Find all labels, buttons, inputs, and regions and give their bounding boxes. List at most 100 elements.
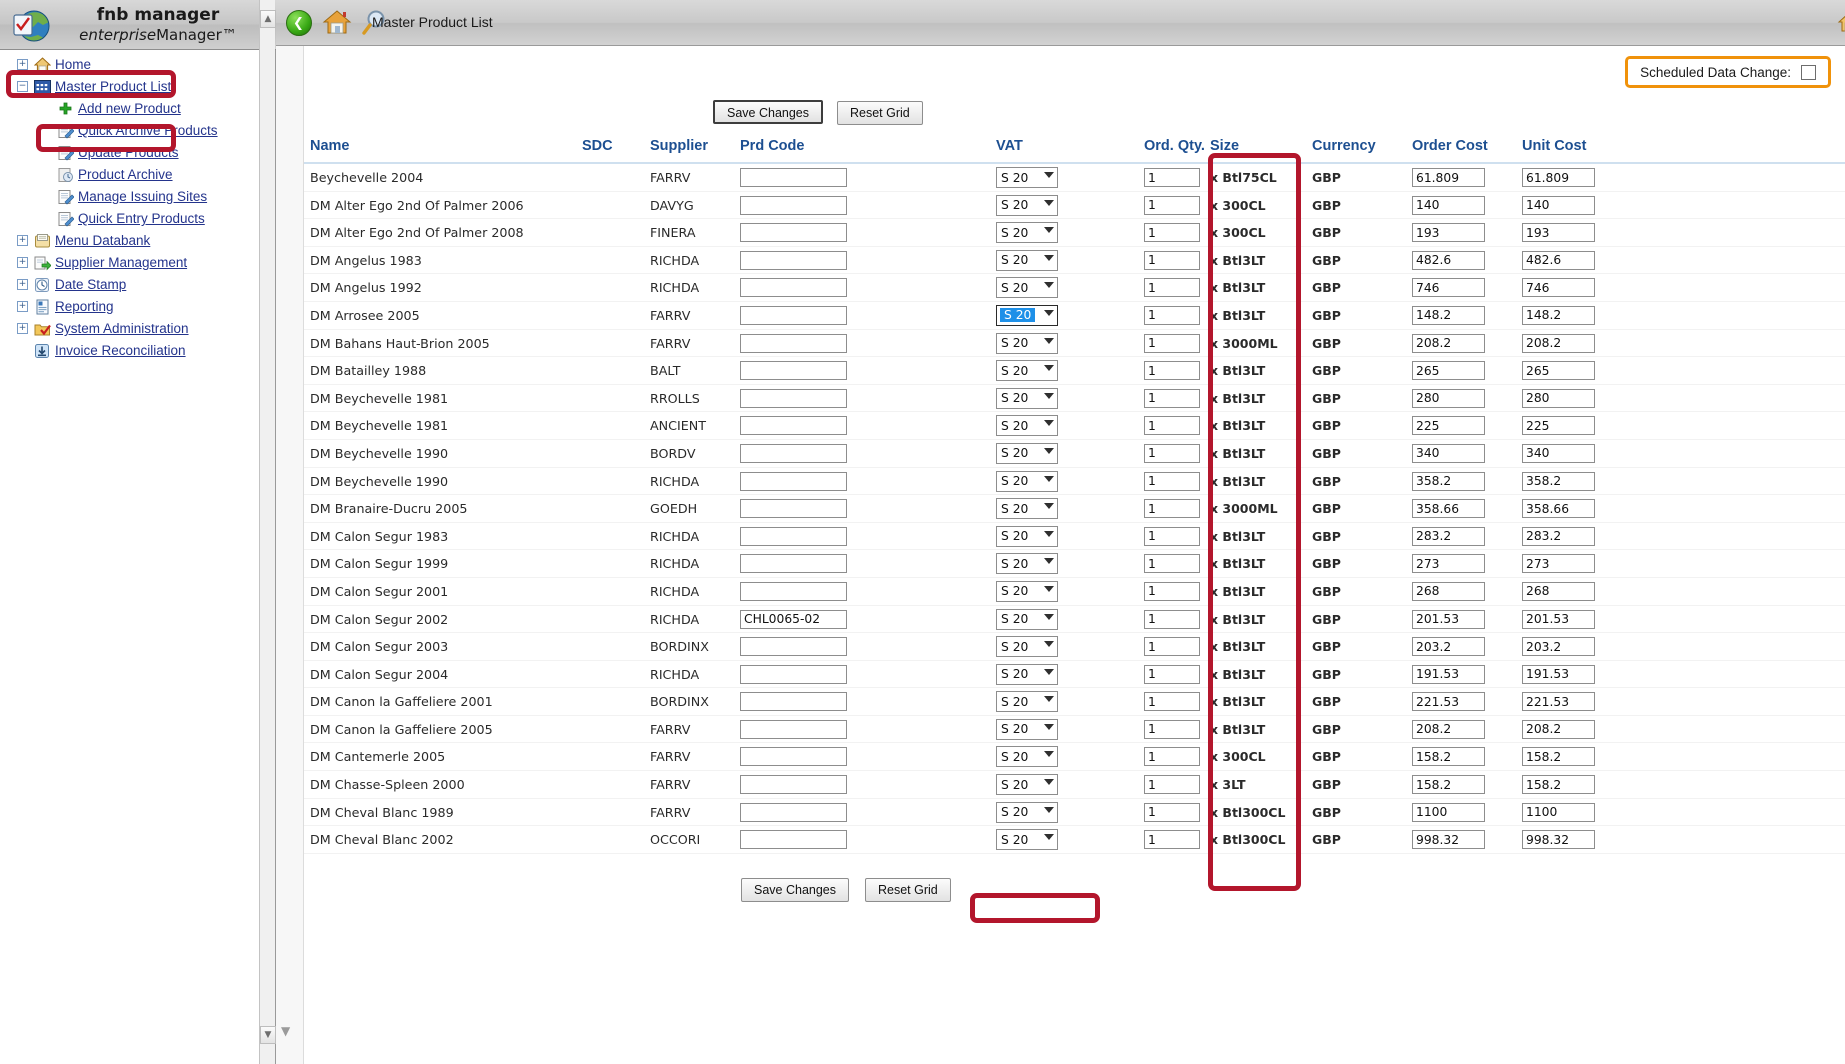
- tree-expander-icon[interactable]: +: [17, 257, 28, 268]
- unit-cost-input[interactable]: [1522, 719, 1595, 739]
- order-qty-input[interactable]: [1144, 471, 1200, 491]
- vat-select[interactable]: S 20: [996, 663, 1058, 685]
- order-qty-input[interactable]: [1144, 637, 1200, 657]
- prd-code-input[interactable]: [740, 747, 847, 767]
- order-qty-input[interactable]: [1144, 747, 1200, 767]
- order-cost-input[interactable]: [1412, 802, 1485, 822]
- switch-home-icon[interactable]: [1837, 10, 1845, 34]
- unit-cost-input[interactable]: [1522, 637, 1595, 657]
- vat-select[interactable]: S 20: [996, 304, 1058, 326]
- unit-cost-input[interactable]: [1522, 333, 1595, 353]
- sidebar-item-home[interactable]: + Home: [0, 54, 276, 76]
- order-cost-input[interactable]: [1412, 692, 1485, 712]
- order-qty-input[interactable]: [1144, 250, 1200, 270]
- sidebar-item-reporting[interactable]: + Reporting: [0, 296, 276, 318]
- order-qty-input[interactable]: [1144, 830, 1200, 850]
- order-cost-input[interactable]: [1412, 443, 1485, 463]
- reset-grid-button-top[interactable]: Reset Grid: [837, 101, 923, 125]
- vat-select[interactable]: S 20: [996, 277, 1058, 299]
- order-qty-input[interactable]: [1144, 416, 1200, 436]
- vat-select[interactable]: S 20: [996, 829, 1058, 851]
- unit-cost-input[interactable]: [1522, 250, 1595, 270]
- order-qty-input[interactable]: [1144, 692, 1200, 712]
- prd-code-input[interactable]: [740, 250, 847, 270]
- sidebar-item-date-stamp[interactable]: + Date Stamp: [0, 274, 276, 296]
- order-qty-input[interactable]: [1144, 443, 1200, 463]
- prd-code-input[interactable]: [740, 581, 847, 601]
- order-qty-input[interactable]: [1144, 526, 1200, 546]
- unit-cost-input[interactable]: [1522, 830, 1595, 850]
- order-cost-input[interactable]: [1412, 471, 1485, 491]
- unit-cost-input[interactable]: [1522, 499, 1595, 519]
- vat-select[interactable]: S 20: [996, 249, 1058, 271]
- vat-select[interactable]: S 20: [996, 194, 1058, 216]
- order-cost-input[interactable]: [1412, 305, 1485, 325]
- prd-code-input[interactable]: [740, 830, 847, 850]
- prd-code-input[interactable]: [740, 388, 847, 408]
- sidebar-item-system-administration[interactable]: + System Administration: [0, 318, 276, 340]
- vat-select[interactable]: S 20: [996, 332, 1058, 354]
- prd-code-input[interactable]: [740, 802, 847, 822]
- reset-grid-button-bottom[interactable]: Reset Grid: [865, 878, 951, 902]
- unit-cost-input[interactable]: [1522, 747, 1595, 767]
- unit-cost-input[interactable]: [1522, 526, 1595, 546]
- vat-select[interactable]: S 20: [996, 746, 1058, 768]
- scroll-up-icon[interactable]: ▲: [260, 10, 276, 28]
- order-qty-input[interactable]: [1144, 168, 1200, 187]
- prd-code-input[interactable]: [740, 333, 847, 353]
- vat-select[interactable]: S 20: [996, 608, 1058, 630]
- order-cost-input[interactable]: [1412, 388, 1485, 408]
- tree-expander-icon[interactable]: +: [17, 59, 28, 70]
- unit-cost-input[interactable]: [1522, 554, 1595, 574]
- sidebar-item-master-product-list[interactable]: − Master Product List: [0, 76, 276, 98]
- unit-cost-input[interactable]: [1522, 305, 1595, 325]
- unit-cost-input[interactable]: [1522, 802, 1595, 822]
- prd-code-input[interactable]: [740, 278, 847, 298]
- unit-cost-input[interactable]: [1522, 471, 1595, 491]
- order-cost-input[interactable]: [1412, 775, 1485, 795]
- tree-expander-icon[interactable]: +: [17, 279, 28, 290]
- unit-cost-input[interactable]: [1522, 581, 1595, 601]
- order-cost-input[interactable]: [1412, 554, 1485, 574]
- unit-cost-input[interactable]: [1522, 278, 1595, 298]
- back-button[interactable]: ❮: [286, 10, 312, 36]
- prd-code-input[interactable]: [740, 443, 847, 463]
- prd-code-input[interactable]: [740, 526, 847, 546]
- prd-code-input[interactable]: [740, 361, 847, 381]
- order-qty-input[interactable]: [1144, 195, 1200, 215]
- order-qty-input[interactable]: [1144, 361, 1200, 381]
- scroll-down-icon[interactable]: ▼: [260, 1026, 276, 1044]
- vat-select[interactable]: S 20: [996, 470, 1058, 492]
- order-cost-input[interactable]: [1412, 747, 1485, 767]
- unit-cost-input[interactable]: [1522, 361, 1595, 381]
- order-cost-input[interactable]: [1412, 830, 1485, 850]
- scheduled-data-change-checkbox[interactable]: [1801, 64, 1816, 80]
- order-cost-input[interactable]: [1412, 361, 1485, 381]
- sidebar-item-supplier-management[interactable]: + Supplier Management: [0, 252, 276, 274]
- order-cost-input[interactable]: [1412, 719, 1485, 739]
- unit-cost-input[interactable]: [1522, 223, 1595, 243]
- vat-select[interactable]: S 20: [996, 691, 1058, 713]
- vat-select[interactable]: S 20: [996, 636, 1058, 658]
- unit-cost-input[interactable]: [1522, 168, 1595, 187]
- unit-cost-input[interactable]: [1522, 692, 1595, 712]
- prd-code-input[interactable]: [740, 471, 847, 491]
- order-cost-input[interactable]: [1412, 609, 1485, 629]
- order-cost-input[interactable]: [1412, 250, 1485, 270]
- unit-cost-input[interactable]: [1522, 609, 1595, 629]
- order-qty-input[interactable]: [1144, 775, 1200, 795]
- prd-code-input[interactable]: [740, 637, 847, 657]
- vat-select[interactable]: S 20: [996, 387, 1058, 409]
- sidebar-item-menu-databank[interactable]: + Menu Databank: [0, 230, 276, 252]
- order-cost-input[interactable]: [1412, 416, 1485, 436]
- vat-select[interactable]: S 20: [996, 718, 1058, 740]
- order-cost-input[interactable]: [1412, 664, 1485, 684]
- vat-select[interactable]: S 20: [996, 774, 1058, 796]
- order-qty-input[interactable]: [1144, 278, 1200, 298]
- order-qty-input[interactable]: [1144, 609, 1200, 629]
- scheduled-data-change-control[interactable]: Scheduled Data Change:: [1625, 56, 1831, 88]
- order-qty-input[interactable]: [1144, 223, 1200, 243]
- order-cost-input[interactable]: [1412, 581, 1485, 601]
- sidebar-item-add-new-product[interactable]: Add new Product: [0, 98, 276, 120]
- order-qty-input[interactable]: [1144, 581, 1200, 601]
